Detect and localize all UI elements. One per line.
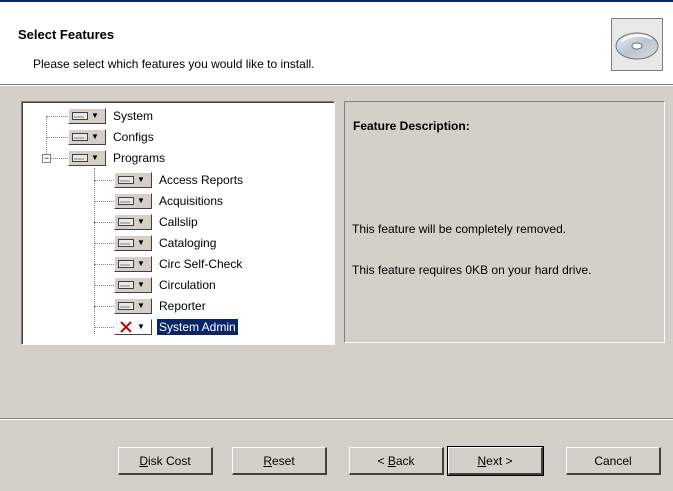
install-state-dropdown[interactable]: ▼ <box>68 150 106 166</box>
chevron-down-icon: ▼ <box>137 259 145 268</box>
chevron-down-icon: ▼ <box>91 132 99 141</box>
feature-description-panel: Feature Description: This feature will b… <box>344 101 665 343</box>
tree-connector <box>94 243 114 244</box>
tree-item-label: Configs <box>113 130 154 144</box>
tree-item-label: Acquisitions <box>159 194 224 208</box>
disk-cost-button[interactable]: Disk Cost <box>118 447 213 475</box>
tree-item-acquisitions[interactable]: ▼ Acquisitions <box>114 191 225 211</box>
page-subtitle: Please select which features you would l… <box>33 57 315 71</box>
tree-item-label: Reporter <box>159 299 206 313</box>
tree-item-label: System <box>113 109 154 123</box>
access-key: B <box>387 453 396 468</box>
install-state-dropdown[interactable]: ▼ <box>114 172 152 188</box>
tree-item-system-admin[interactable]: ▼ System Admin <box>114 317 239 337</box>
hard-drive-icon <box>118 197 134 205</box>
chevron-down-icon: ▼ <box>137 301 145 310</box>
button-label: ack <box>395 453 415 468</box>
chevron-down-icon: ▼ <box>137 217 145 226</box>
tree-connector <box>51 158 68 159</box>
access-key: N <box>477 453 487 468</box>
next-button[interactable]: Next > <box>447 446 544 476</box>
install-state-dropdown[interactable]: ▼ <box>68 108 106 124</box>
install-state-dropdown[interactable]: ▼ <box>114 319 152 335</box>
tree-item-label: Circ Self-Check <box>159 257 243 271</box>
tree-item-cataloging[interactable]: ▼ Cataloging <box>114 233 218 253</box>
button-label: ext > <box>486 453 513 468</box>
hard-drive-icon <box>118 176 134 184</box>
hard-drive-icon <box>118 302 134 310</box>
header-divider-highlight <box>0 85 673 86</box>
tree-connector <box>94 168 95 334</box>
remove-x-icon <box>120 321 132 333</box>
tree-item-label: Circulation <box>159 278 216 292</box>
tree-item-label: Programs <box>113 151 166 165</box>
tree-connector <box>94 327 114 328</box>
tree-item-programs[interactable]: ▼ Programs <box>68 148 167 168</box>
reset-button[interactable]: Reset <box>232 447 327 475</box>
button-label: isk Cost <box>147 453 191 468</box>
tree-connector <box>94 285 114 286</box>
tree-connector <box>94 201 114 202</box>
tree-item-label: Cataloging <box>159 236 217 250</box>
hard-drive-icon <box>72 133 88 141</box>
hard-drive-icon <box>72 112 88 120</box>
back-button[interactable]: < Back <box>349 447 444 475</box>
install-state-dropdown[interactable]: ▼ <box>114 277 152 293</box>
chevron-down-icon: ▼ <box>137 238 145 247</box>
tree-item-circulation[interactable]: ▼ Circulation <box>114 275 218 295</box>
button-label: < <box>377 453 388 468</box>
page-title: Select Features <box>18 27 115 42</box>
cd-disc-icon <box>611 18 663 71</box>
feature-description-title: Feature Description: <box>353 119 470 133</box>
tree-item-access-reports[interactable]: ▼ Access Reports <box>114 170 245 190</box>
tree-item-label: System Admin <box>156 318 239 336</box>
tree-item-circ-self-check[interactable]: ▼ Circ Self-Check <box>114 254 244 274</box>
tree-connector <box>46 137 68 138</box>
feature-size-text: This feature requires 0KB on your hard d… <box>352 263 592 277</box>
install-state-dropdown[interactable]: ▼ <box>114 214 152 230</box>
hard-drive-icon <box>118 239 134 247</box>
install-state-dropdown[interactable]: ▼ <box>114 256 152 272</box>
install-state-dropdown[interactable]: ▼ <box>114 235 152 251</box>
tree-item-system[interactable]: ▼ System <box>68 106 155 126</box>
hard-drive-icon <box>118 218 134 226</box>
feature-tree[interactable]: − ▼ System ▼ Configs ▼ Programs ▼ Access… <box>21 101 335 345</box>
tree-connector <box>94 180 114 181</box>
tree-connector <box>94 222 114 223</box>
dialog-header: Select Features Please select which feat… <box>0 0 673 84</box>
chevron-down-icon: ▼ <box>91 153 99 162</box>
chevron-down-icon: ▼ <box>137 196 145 205</box>
chevron-down-icon: ▼ <box>137 175 145 184</box>
tree-item-callslip[interactable]: ▼ Callslip <box>114 212 200 232</box>
button-label: eset <box>271 453 295 468</box>
tree-connector <box>94 264 114 265</box>
collapse-toggle[interactable]: − <box>42 154 51 163</box>
hard-drive-icon <box>72 154 88 162</box>
chevron-down-icon: ▼ <box>91 111 99 120</box>
tree-item-reporter[interactable]: ▼ Reporter <box>114 296 208 316</box>
footer-divider-highlight <box>0 419 673 420</box>
install-state-dropdown[interactable]: ▼ <box>114 193 152 209</box>
chevron-down-icon: ▼ <box>137 280 145 289</box>
tree-item-label: Access Reports <box>159 173 244 187</box>
button-label: Cancel <box>594 453 632 468</box>
access-key: R <box>263 453 272 468</box>
feature-description-text: This feature will be completely removed. <box>352 222 567 236</box>
tree-item-label: Callslip <box>159 215 198 229</box>
hard-drive-icon <box>118 281 134 289</box>
install-state-dropdown[interactable]: ▼ <box>114 298 152 314</box>
hard-drive-icon <box>118 260 134 268</box>
tree-connector <box>94 306 114 307</box>
tree-item-configs[interactable]: ▼ Configs <box>68 127 156 147</box>
tree-connector <box>46 116 68 117</box>
cancel-button[interactable]: Cancel <box>566 447 661 475</box>
install-state-dropdown[interactable]: ▼ <box>68 129 106 145</box>
access-key: D <box>139 453 148 468</box>
chevron-down-icon: ▼ <box>137 322 145 331</box>
